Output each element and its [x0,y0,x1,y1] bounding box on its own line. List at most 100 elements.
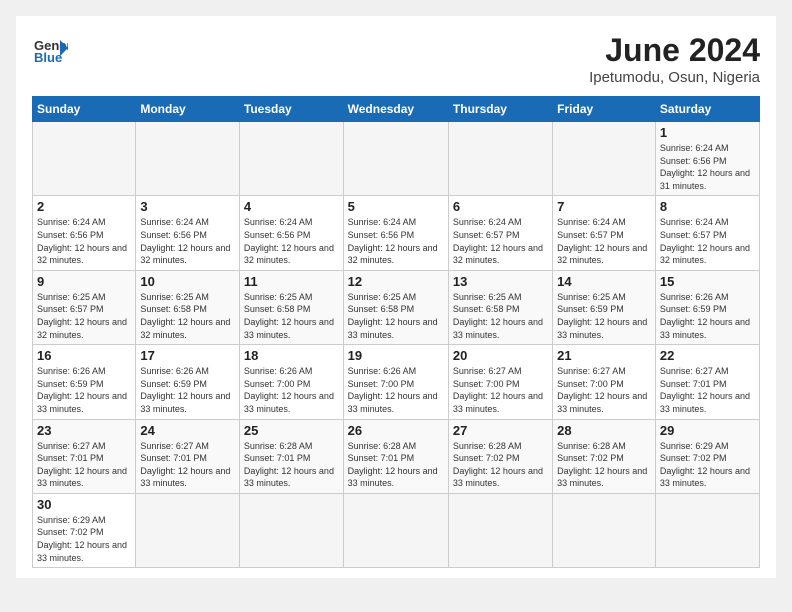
day-number: 13 [453,274,548,289]
day-info: Sunrise: 6:25 AM Sunset: 6:58 PM Dayligh… [348,291,444,341]
calendar-cell [239,493,343,567]
week-row-5: 23Sunrise: 6:27 AM Sunset: 7:01 PM Dayli… [33,419,760,493]
calendar-cell [655,493,759,567]
weekday-friday: Friday [553,97,656,122]
calendar-cell: 6 Sunrise: 6:24 AM Sunset: 6:57 PM Daylig… [448,196,552,270]
week-row-4: 16 Sunrise: 6:26 AM Sunset: 6:59 PM Dayli… [33,345,760,419]
calendar-cell: 13Sunrise: 6:25 AM Sunset: 6:58 PM Dayli… [448,270,552,344]
calendar-cell: 15 Sunrise: 6:26 AM Sunset: 6:59 PM Dayli… [655,270,759,344]
day-number: 21 [557,348,651,363]
calendar-cell: 14Sunrise: 6:25 AM Sunset: 6:59 PM Dayli… [553,270,656,344]
day-number: 14 [557,274,651,289]
day-info: Sunrise: 6:29 AM Sunset: 7:02 PM Dayligh… [660,440,755,490]
week-row-2: 2 Sunrise: 6:24 AM Sunset: 6:56 PM Daylig… [33,196,760,270]
day-info: Sunrise: 6:25 AM Sunset: 6:58 PM Dayligh… [244,291,339,341]
calendar-cell: 21 Sunrise: 6:27 AM Sunset: 7:00 PM Dayli… [553,345,656,419]
calendar-cell: 17Sunrise: 6:26 AM Sunset: 6:59 PM Dayli… [136,345,240,419]
day-info: Sunrise: 6:24 AM Sunset: 6:56 PM Dayligh… [244,216,339,266]
day-info: Sunrise: 6:25 AM Sunset: 6:57 PM Dayligh… [37,291,131,341]
day-info: Sunrise: 6:28 AM Sunset: 7:02 PM Dayligh… [557,440,651,490]
weekday-sunday: Sunday [33,97,136,122]
calendar-cell: 3 Sunrise: 6:24 AM Sunset: 6:56 PM Daylig… [136,196,240,270]
day-info: Sunrise: 6:26 AM Sunset: 6:59 PM Dayligh… [660,291,755,341]
day-info: Sunrise: 6:29 AM Sunset: 7:02 PM Dayligh… [37,514,131,564]
day-number: 10 [140,274,235,289]
calendar-cell [343,493,448,567]
day-number: 24 [140,423,235,438]
calendar-cell: 28 Sunrise: 6:28 AM Sunset: 7:02 PM Dayli… [553,419,656,493]
day-number: 6 [453,199,548,214]
weekday-wednesday: Wednesday [343,97,448,122]
weekday-header-row: SundayMondayTuesdayWednesdayThursdayFrid… [33,97,760,122]
day-number: 22 [660,348,755,363]
calendar-cell: 25 Sunrise: 6:28 AM Sunset: 7:01 PM Dayli… [239,419,343,493]
title-location: Ipetumodu, Osun, Nigeria [589,69,760,86]
day-number: 2 [37,199,131,214]
day-info: Sunrise: 6:28 AM Sunset: 7:01 PM Dayligh… [348,440,444,490]
svg-text:Blue: Blue [34,50,62,65]
day-info: Sunrise: 6:25 AM Sunset: 6:58 PM Dayligh… [140,291,235,341]
day-number: 19 [348,348,444,363]
calendar-cell: 7 Sunrise: 6:24 AM Sunset: 6:57 PM Daylig… [553,196,656,270]
day-info: Sunrise: 6:27 AM Sunset: 7:00 PM Dayligh… [453,365,548,415]
day-number: 20 [453,348,548,363]
day-info: Sunrise: 6:27 AM Sunset: 7:00 PM Dayligh… [557,365,651,415]
calendar-cell: 11 Sunrise: 6:25 AM Sunset: 6:58 PM Dayli… [239,270,343,344]
day-number: 5 [348,199,444,214]
day-number: 28 [557,423,651,438]
calendar-cell [136,493,240,567]
day-info: Sunrise: 6:24 AM Sunset: 6:56 PM Dayligh… [37,216,131,266]
day-number: 9 [37,274,131,289]
day-number: 25 [244,423,339,438]
day-info: Sunrise: 6:24 AM Sunset: 6:56 PM Dayligh… [660,142,755,192]
calendar-cell: 24 Sunrise: 6:27 AM Sunset: 7:01 PM Dayli… [136,419,240,493]
calendar-cell: 26 Sunrise: 6:28 AM Sunset: 7:01 PM Dayli… [343,419,448,493]
week-row-6: 30 Sunrise: 6:29 AM Sunset: 7:02 PM Dayli… [33,493,760,567]
day-info: Sunrise: 6:26 AM Sunset: 6:59 PM Dayligh… [140,365,235,415]
day-info: Sunrise: 6:24 AM Sunset: 6:57 PM Dayligh… [557,216,651,266]
day-number: 29 [660,423,755,438]
calendar-cell: 12 Sunrise: 6:25 AM Sunset: 6:58 PM Dayli… [343,270,448,344]
day-info: Sunrise: 6:24 AM Sunset: 6:56 PM Dayligh… [348,216,444,266]
day-number: 27 [453,423,548,438]
calendar-cell [448,122,552,196]
calendar-cell [239,122,343,196]
day-info: Sunrise: 6:26 AM Sunset: 6:59 PM Dayligh… [37,365,131,415]
calendar-cell: 22 Sunrise: 6:27 AM Sunset: 7:01 PM Dayli… [655,345,759,419]
title-month: June 2024 [589,32,760,69]
day-info: Sunrise: 6:24 AM Sunset: 6:56 PM Dayligh… [140,216,235,266]
day-number: 30 [37,497,131,512]
weekday-thursday: Thursday [448,97,552,122]
week-row-1: 1 Sunrise: 6:24 AM Sunset: 6:56 PM Daylig… [33,122,760,196]
weekday-saturday: Saturday [655,97,759,122]
day-info: Sunrise: 6:26 AM Sunset: 7:00 PM Dayligh… [244,365,339,415]
day-info: Sunrise: 6:27 AM Sunset: 7:01 PM Dayligh… [140,440,235,490]
calendar-cell: 23Sunrise: 6:27 AM Sunset: 7:01 PM Dayli… [33,419,136,493]
calendar-cell: 20 Sunrise: 6:27 AM Sunset: 7:00 PM Dayli… [448,345,552,419]
calendar-cell: 8Sunrise: 6:24 AM Sunset: 6:57 PM Daylig… [655,196,759,270]
header: General Blue June 2024 Ipetumodu, Osun, … [32,32,760,86]
day-number: 3 [140,199,235,214]
day-info: Sunrise: 6:26 AM Sunset: 7:00 PM Dayligh… [348,365,444,415]
title-block: June 2024 Ipetumodu, Osun, Nigeria [589,32,760,86]
calendar-cell: 29 Sunrise: 6:29 AM Sunset: 7:02 PM Dayli… [655,419,759,493]
day-number: 7 [557,199,651,214]
calendar-cell [553,493,656,567]
day-info: Sunrise: 6:27 AM Sunset: 7:01 PM Dayligh… [660,365,755,415]
day-number: 1 [660,125,755,140]
calendar-cell: 16 Sunrise: 6:26 AM Sunset: 6:59 PM Dayli… [33,345,136,419]
day-number: 16 [37,348,131,363]
calendar-cell: 27Sunrise: 6:28 AM Sunset: 7:02 PM Dayli… [448,419,552,493]
day-number: 12 [348,274,444,289]
calendar-cell: 1 Sunrise: 6:24 AM Sunset: 6:56 PM Daylig… [655,122,759,196]
calendar-cell: 5 Sunrise: 6:24 AM Sunset: 6:56 PM Daylig… [343,196,448,270]
calendar-cell: 2 Sunrise: 6:24 AM Sunset: 6:56 PM Daylig… [33,196,136,270]
calendar-cell [136,122,240,196]
day-number: 11 [244,274,339,289]
day-info: Sunrise: 6:28 AM Sunset: 7:01 PM Dayligh… [244,440,339,490]
day-info: Sunrise: 6:24 AM Sunset: 6:57 PM Dayligh… [453,216,548,266]
day-number: 26 [348,423,444,438]
day-number: 15 [660,274,755,289]
calendar-cell [553,122,656,196]
logo-icon: General Blue [32,32,68,68]
